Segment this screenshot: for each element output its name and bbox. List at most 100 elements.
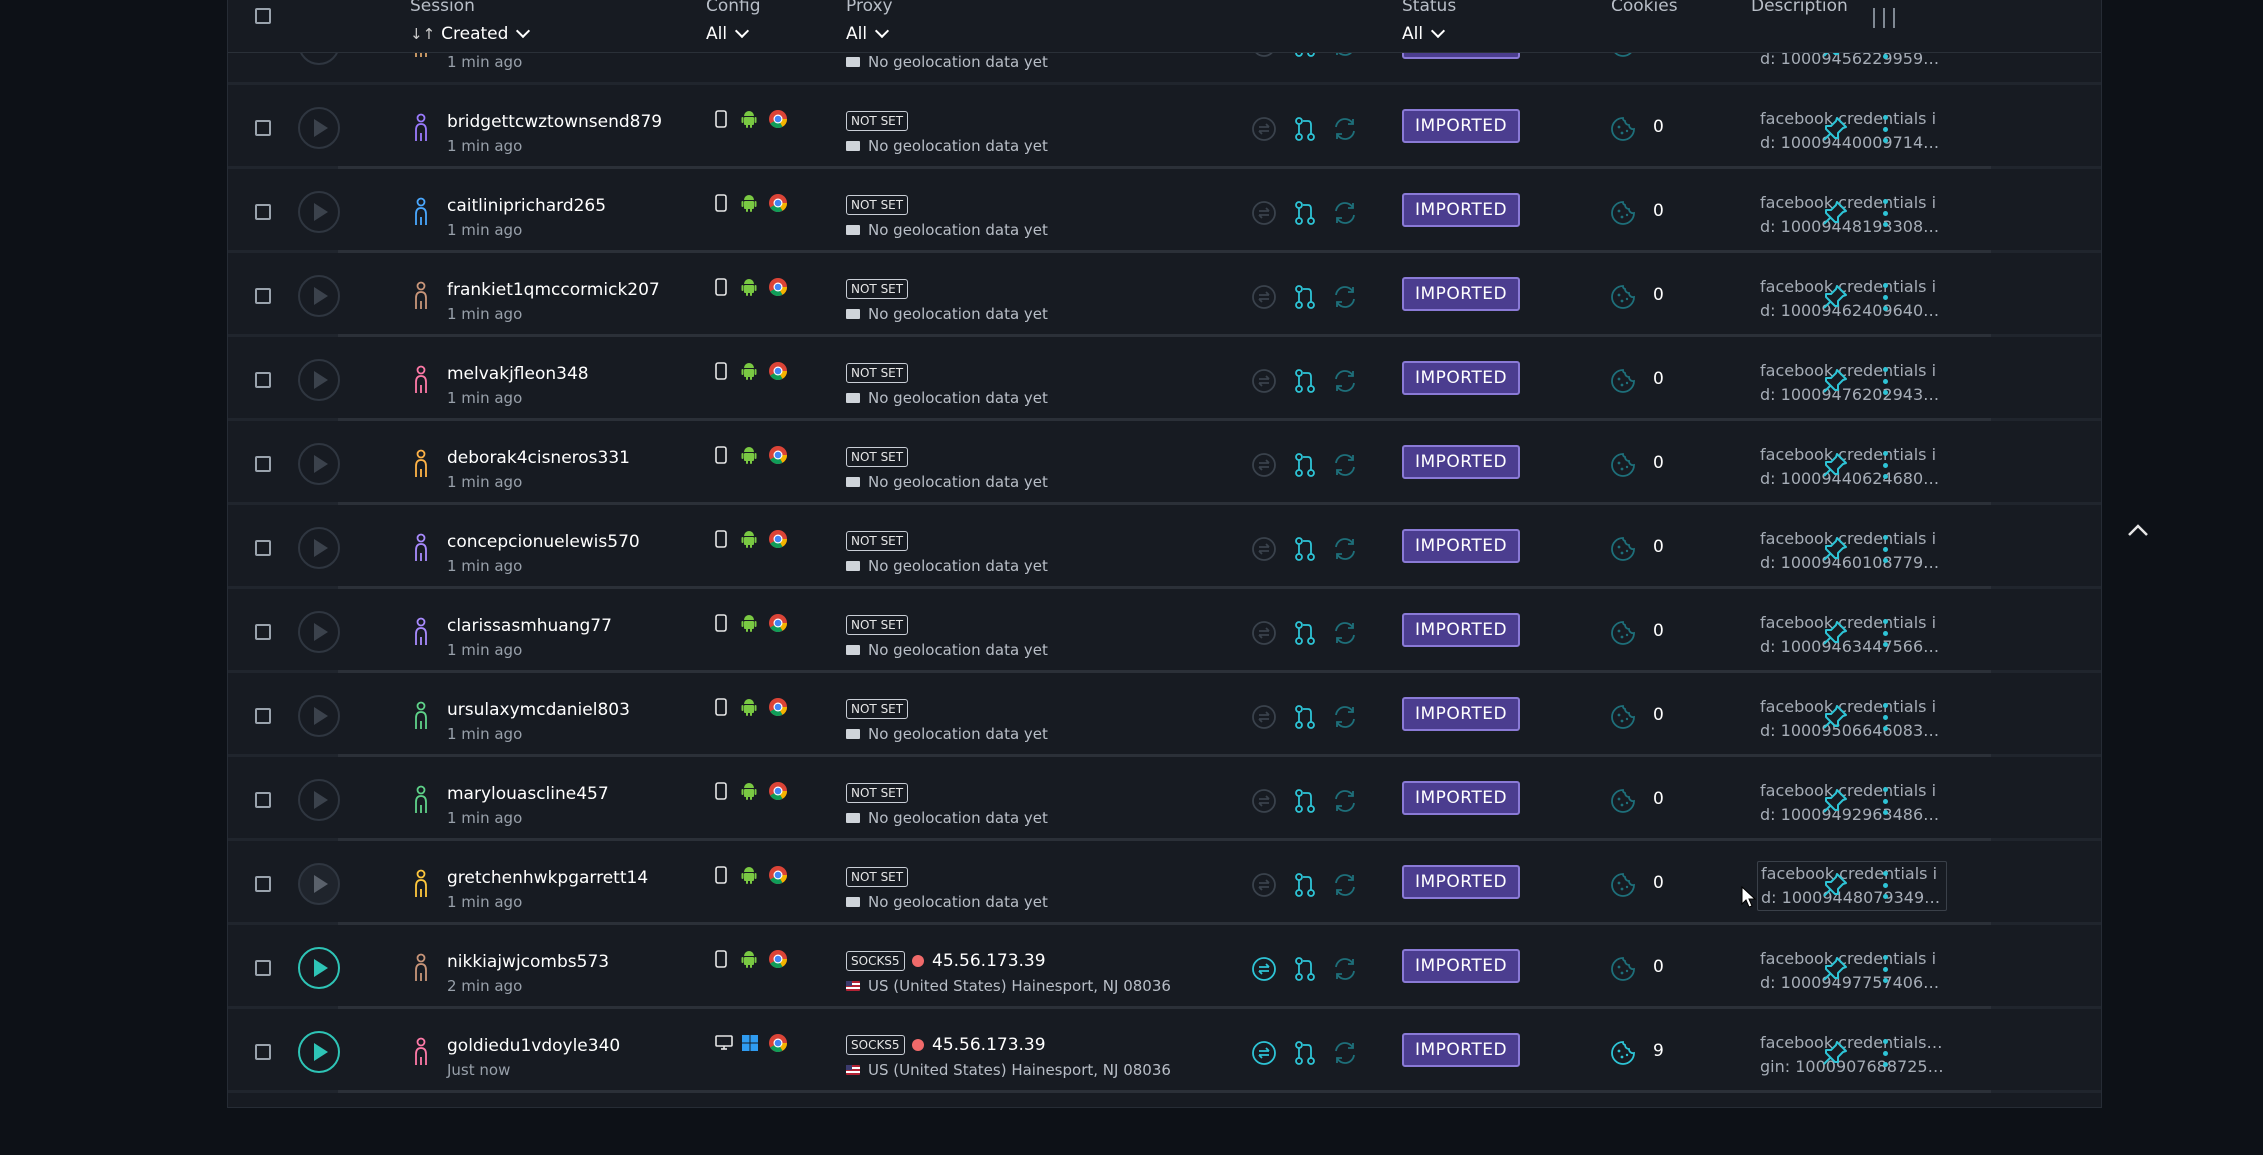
start-session-button[interactable]: [298, 191, 340, 233]
table-row[interactable]: frankiet1qmccormick207 1 min ago NOT SET No…: [228, 253, 2101, 337]
row-select-checkbox[interactable]: [255, 876, 271, 892]
scroll-to-top-icon[interactable]: [2127, 523, 2149, 537]
session-description[interactable]: facebook credentials i d: 100094762029439…: [1757, 359, 1947, 407]
git-branch-icon[interactable]: [1292, 116, 1318, 142]
more-options-icon[interactable]: [1879, 955, 1891, 983]
row-select-checkbox[interactable]: [255, 624, 271, 640]
git-branch-icon[interactable]: [1292, 872, 1318, 898]
more-options-icon[interactable]: [1879, 451, 1891, 479]
session-description[interactable]: facebook credentials i d: 100094601087797…: [1757, 527, 1947, 575]
start-session-button[interactable]: [298, 275, 340, 317]
status-badge[interactable]: IMPORTED: [1402, 361, 1520, 395]
git-branch-icon[interactable]: [1292, 788, 1318, 814]
start-session-button[interactable]: [298, 107, 340, 149]
start-session-button[interactable]: [298, 443, 340, 485]
pin-icon[interactable]: [1821, 535, 1849, 563]
session-description[interactable]: facebook credentials i d: 100094634475668…: [1757, 611, 1947, 659]
git-branch-icon[interactable]: [1292, 1040, 1318, 1066]
session-name[interactable]: caitliniprichard265: [447, 196, 606, 216]
session-name[interactable]: marylouascline457: [447, 784, 609, 804]
session-name[interactable]: nikkiajwjcombs573: [447, 952, 609, 972]
sort-created-button[interactable]: ↓↑ Created: [410, 23, 531, 44]
pin-icon[interactable]: [1821, 787, 1849, 815]
status-badge[interactable]: IMPORTED: [1402, 781, 1520, 815]
refresh-icon[interactable]: [1332, 872, 1358, 898]
row-select-checkbox[interactable]: [255, 792, 271, 808]
row-select-checkbox[interactable]: [255, 204, 271, 220]
table-row[interactable]: caitliniprichard265 1 min ago NOT SET No ge…: [228, 169, 2101, 253]
pin-icon[interactable]: [1821, 619, 1849, 647]
git-branch-icon[interactable]: [1292, 200, 1318, 226]
status-badge[interactable]: IMPORTED: [1402, 277, 1520, 311]
row-select-checkbox[interactable]: [255, 540, 271, 556]
proxy-swap-icon[interactable]: [1251, 284, 1277, 310]
more-options-icon[interactable]: [1879, 367, 1891, 395]
git-branch-icon[interactable]: [1292, 452, 1318, 478]
git-branch-icon[interactable]: [1292, 620, 1318, 646]
session-name[interactable]: frankiet1qmccormick207: [447, 280, 660, 300]
session-name[interactable]: gretchenhwkpgarrett14: [447, 868, 648, 888]
start-session-button[interactable]: [298, 611, 340, 653]
start-session-button[interactable]: [298, 527, 340, 569]
status-filter-dropdown[interactable]: All: [1402, 23, 1446, 44]
refresh-icon[interactable]: [1332, 536, 1358, 562]
refresh-icon[interactable]: [1332, 452, 1358, 478]
more-options-icon[interactable]: [1879, 619, 1891, 647]
start-session-button[interactable]: [298, 947, 340, 989]
columns-settings-icon[interactable]: [1873, 8, 1895, 28]
table-row[interactable]: nikkiajwjcombs573 2 min ago SOCKS5 45.56.17…: [228, 925, 2101, 1009]
start-session-button[interactable]: [298, 695, 340, 737]
refresh-icon[interactable]: [1332, 200, 1358, 226]
refresh-icon[interactable]: [1332, 620, 1358, 646]
refresh-icon[interactable]: [1332, 116, 1358, 142]
session-description[interactable]: facebook credentials i d: 100094480793497…: [1757, 861, 1947, 911]
pin-icon[interactable]: [1821, 955, 1849, 983]
session-description[interactable]: facebook credentials i d: 100094400097148…: [1757, 107, 1947, 155]
session-name[interactable]: bridgettcwztownsend879: [447, 112, 662, 132]
pin-icon[interactable]: [1821, 283, 1849, 311]
status-badge[interactable]: IMPORTED: [1402, 529, 1520, 563]
select-all-checkbox[interactable]: [255, 8, 271, 24]
pin-icon[interactable]: [1821, 1039, 1849, 1067]
status-badge[interactable]: IMPORTED: [1402, 865, 1520, 899]
table-row[interactable]: melvakjfleon348 1 min ago NOT SET No geoloc…: [228, 337, 2101, 421]
status-badge[interactable]: IMPORTED: [1402, 697, 1520, 731]
row-select-checkbox[interactable]: [255, 120, 271, 136]
start-session-button[interactable]: [298, 863, 340, 905]
session-description[interactable]: facebook credentials i d: 100094929634864…: [1757, 779, 1947, 827]
table-row[interactable]: bridgettcwztownsend879 1 min ago NOT SET No…: [228, 85, 2101, 169]
table-row[interactable]: clarissasmhuang77 1 min ago NOT SET No geol…: [228, 589, 2101, 673]
table-row[interactable]: marylouascline457 1 min ago NOT SET No geol…: [228, 757, 2101, 841]
more-options-icon[interactable]: [1879, 535, 1891, 563]
session-description[interactable]: facebook credentials i d: 100094406246808…: [1757, 443, 1947, 491]
status-badge[interactable]: IMPORTED: [1402, 109, 1520, 143]
table-row[interactable]: gretchenhwkpgarrett14 1 min ago NOT SET No …: [228, 841, 2101, 925]
git-branch-icon[interactable]: [1292, 956, 1318, 982]
start-session-button[interactable]: [298, 1031, 340, 1073]
proxy-swap-icon[interactable]: [1251, 368, 1277, 394]
session-name[interactable]: concepcionuelewis570: [447, 532, 640, 552]
more-options-icon[interactable]: [1879, 703, 1891, 731]
proxy-swap-icon[interactable]: [1251, 956, 1277, 982]
proxy-swap-icon[interactable]: [1251, 1040, 1277, 1066]
git-branch-icon[interactable]: [1292, 284, 1318, 310]
refresh-icon[interactable]: [1332, 956, 1358, 982]
session-description[interactable]: facebook credentials i d: 100094624096402…: [1757, 275, 1947, 323]
refresh-icon[interactable]: [1332, 704, 1358, 730]
more-options-icon[interactable]: [1879, 199, 1891, 227]
status-badge[interactable]: IMPORTED: [1402, 613, 1520, 647]
proxy-filter-dropdown[interactable]: All: [846, 23, 890, 44]
status-badge[interactable]: IMPORTED: [1402, 949, 1520, 983]
proxy-swap-icon[interactable]: [1251, 536, 1277, 562]
session-name[interactable]: ursulaxymcdaniel803: [447, 700, 630, 720]
pin-icon[interactable]: [1821, 451, 1849, 479]
session-name[interactable]: goldiedu1vdoyle340: [447, 1036, 620, 1056]
session-description[interactable]: facebook credentials i d: 100095066460830…: [1757, 695, 1947, 743]
row-select-checkbox[interactable]: [255, 456, 271, 472]
refresh-icon[interactable]: [1332, 788, 1358, 814]
proxy-swap-icon[interactable]: [1251, 620, 1277, 646]
session-name[interactable]: melvakjfleon348: [447, 364, 589, 384]
table-row[interactable]: deborak4cisneros331 1 min ago NOT SET No ge…: [228, 421, 2101, 505]
start-session-button[interactable]: [298, 779, 340, 821]
session-name[interactable]: clarissasmhuang77: [447, 616, 612, 636]
